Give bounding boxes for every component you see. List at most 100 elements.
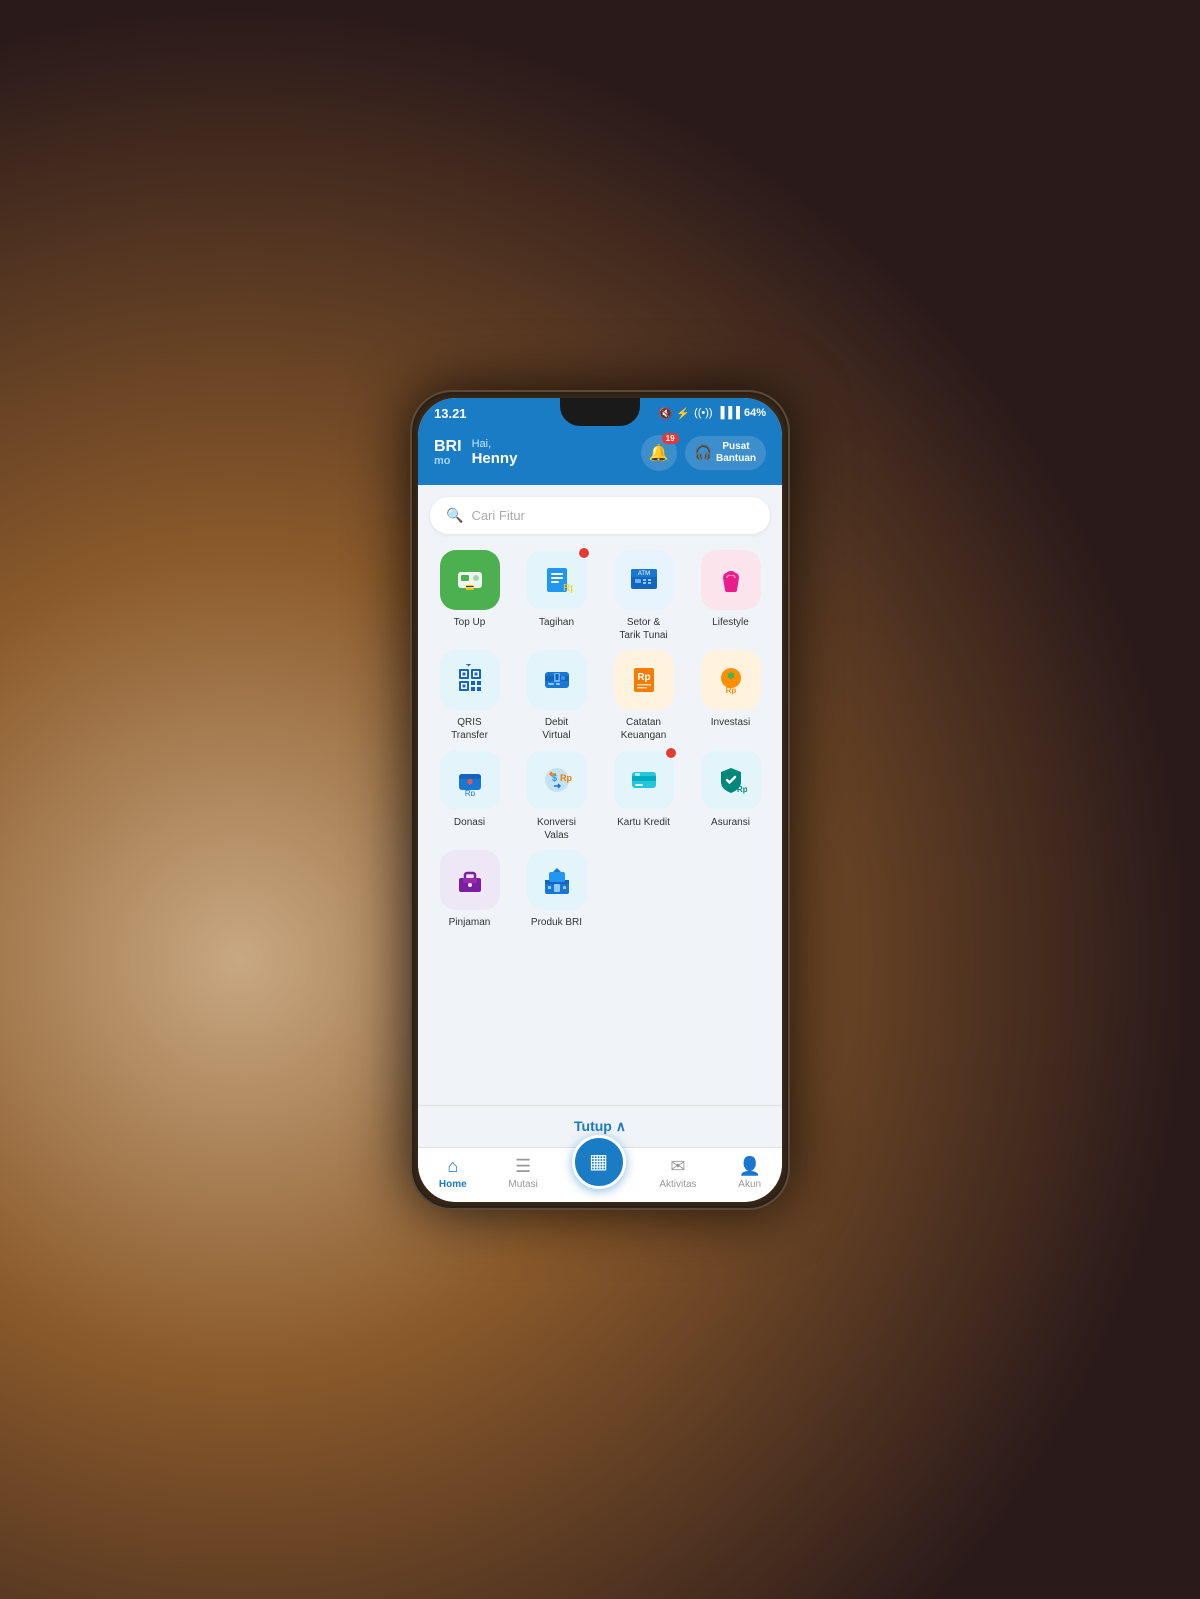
donasi-label: Donasi [454,816,485,829]
konversi-icon: $ Rp [541,764,573,796]
features-grid: 💳 Top Up [430,550,770,929]
investasi-label: Investasi [711,716,750,729]
battery-indicator: 64% [744,407,766,419]
pinjaman-icon [454,864,486,896]
phone-notch [560,398,640,426]
feature-item-catatan-keuangan[interactable]: Rp CatatanKeuangan [604,650,683,742]
qris-scan-icon: ▦ [589,1149,608,1174]
kartu-kredit-icon [628,764,660,796]
feature-item-tagihan[interactable]: Rp Tagihan [517,550,596,642]
feature-item-debit-virtual[interactable]: DebitVirtual [517,650,596,742]
qris-transfer-icon [454,664,486,696]
produk-bri-icon-wrap [527,850,587,910]
bri-logo: BRI mo [434,439,462,467]
svg-text:Rp: Rp [563,583,573,594]
asuransi-label: Asuransi [711,816,750,829]
debit-virtual-icon [541,664,573,696]
feature-item-top-up[interactable]: 💳 Top Up [430,550,509,642]
header-greeting: Hai, Henny [472,438,518,467]
search-icon: 🔍 [446,507,463,524]
tagihan-icon-wrap: Rp [527,550,587,610]
svg-text:ATM: ATM [637,571,649,577]
debit-virtual-icon-wrap [527,650,587,710]
investasi-icon-wrap: Rp [701,650,761,710]
feature-item-asuransi[interactable]: Rp Asuransi [691,750,770,842]
home-icon: ⌂ [447,1156,458,1177]
nav-item-mutasi[interactable]: ☰ Mutasi [500,1154,545,1192]
content-area: 🔍 Cari Fitur 💳 [418,485,782,1105]
pinjaman-label: Pinjaman [449,916,491,929]
phone-screen: 13.21 🔇 ⚡ ((•)) ▐▐▐ 64% BRI mo [418,398,782,1202]
mute-icon: 🔇 [659,407,673,420]
akun-nav-label: Akun [738,1179,761,1190]
feature-item-donasi[interactable]: Rp Donasi [430,750,509,842]
signal-icon: ▐▐▐ [717,407,740,419]
nav-item-akun[interactable]: 👤 Akun [730,1154,769,1192]
help-button[interactable]: 🎧 PusatBantuan [685,436,766,470]
kartu-kredit-label: Kartu Kredit [617,816,670,829]
feature-item-lifestyle[interactable]: Lifestyle [691,550,770,642]
tagihan-icon: Rp [541,564,573,596]
top-up-icon-wrap: 💳 [440,550,500,610]
feature-item-konversi-valas[interactable]: $ Rp KonversiValas [517,750,596,842]
donasi-icon: Rp [454,764,486,796]
feature-item-investasi[interactable]: Rp Investasi [691,650,770,742]
kartu-kredit-icon-wrap [614,750,674,810]
top-up-label: Top Up [454,616,486,629]
bluetooth-icon: ⚡ [676,407,690,420]
donasi-icon-wrap: Rp [440,750,500,810]
phone-inner: 13.21 🔇 ⚡ ((•)) ▐▐▐ 64% BRI mo [418,398,782,1202]
bri-brand-text: BRI [434,439,462,455]
svg-text:Rp: Rp [725,686,736,695]
produk-bri-label: Produk BRI [531,916,582,929]
feature-item-qris-transfer[interactable]: QRISTransfer [430,650,509,742]
app-header: BRI mo Hai, Henny 🔔 19 🎧 Pusat [418,425,782,485]
asuransi-icon: Rp [715,764,747,796]
akun-icon: 👤 [738,1156,760,1177]
kartu-kredit-notification-dot [665,747,677,759]
asuransi-icon-wrap: Rp [701,750,761,810]
svg-text:Rp: Rp [737,785,747,794]
aktivitas-icon: ✉ [670,1156,685,1177]
mo-brand-text: mo [434,456,451,467]
atm-icon: ATM [627,563,661,597]
notification-badge: 19 [662,433,679,444]
setor-tarik-icon-wrap: ATM [614,550,674,610]
notification-button[interactable]: 🔔 19 [641,435,677,471]
qris-transfer-icon-wrap [440,650,500,710]
lifestyle-icon-wrap [701,550,761,610]
konversi-valas-label: KonversiValas [537,816,576,842]
search-placeholder-text: Cari Fitur [471,508,524,523]
tagihan-label: Tagihan [539,616,574,629]
konversi-icon-wrap: $ Rp [527,750,587,810]
greeting-name: Henny [472,450,518,467]
search-bar[interactable]: 🔍 Cari Fitur [430,497,770,534]
headphone-icon: 🎧 [695,444,712,461]
svg-text:Rp: Rp [637,672,650,683]
greeting-hai: Hai, [472,438,518,450]
qris-center-button[interactable]: ▦ [572,1135,626,1189]
home-nav-label: Home [439,1179,467,1190]
svg-text:Rp: Rp [464,789,475,796]
svg-text:💳: 💳 [465,584,474,592]
setor-tarik-label: Setor &Tarik Tunai [619,616,667,642]
pinjaman-icon-wrap [440,850,500,910]
header-right: 🔔 19 🎧 PusatBantuan [641,435,766,471]
phone-frame: 13.21 🔇 ⚡ ((•)) ▐▐▐ 64% BRI mo [410,390,790,1210]
nav-item-home[interactable]: ⌂ Home [431,1154,475,1192]
status-time: 13.21 [434,406,467,421]
status-icons-right: 🔇 ⚡ ((•)) ▐▐▐ 64% [659,407,766,420]
feature-item-kartu-kredit[interactable]: Kartu Kredit [604,750,683,842]
catatan-icon-wrap: Rp [614,650,674,710]
qris-transfer-label: QRISTransfer [451,716,488,742]
top-up-icon: 💳 [454,564,486,596]
feature-item-pinjaman[interactable]: Pinjaman [430,850,509,929]
investasi-icon: Rp [715,664,747,696]
wifi-icon: ((•)) [694,407,713,419]
help-label: PusatBantuan [716,441,756,465]
feature-item-produk-bri[interactable]: Produk BRI [517,850,596,929]
bottom-navigation: ⌂ Home ☰ Mutasi ▦ ✉ Aktivitas 👤 Akun [418,1147,782,1202]
nav-item-aktivitas[interactable]: ✉ Aktivitas [651,1154,704,1192]
feature-item-setor-tarik[interactable]: ATM Setor &Tarik Tunai [604,550,683,642]
mutasi-icon: ☰ [515,1156,531,1177]
